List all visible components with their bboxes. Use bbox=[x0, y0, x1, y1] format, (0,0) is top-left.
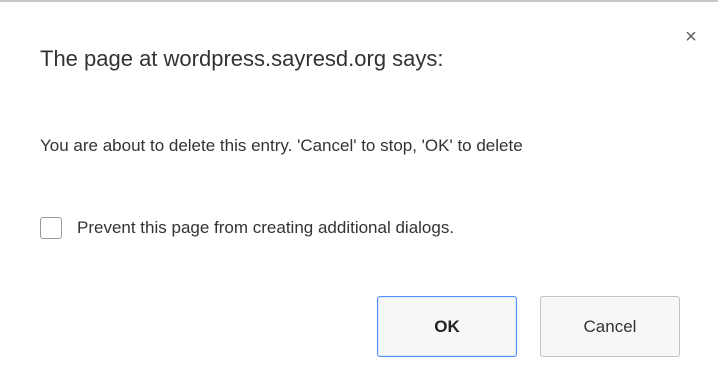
ok-button[interactable]: OK bbox=[377, 296, 517, 357]
dialog-title: The page at wordpress.sayresd.org says: bbox=[40, 46, 444, 71]
close-icon[interactable]: × bbox=[681, 27, 701, 47]
cancel-button[interactable]: Cancel bbox=[540, 296, 680, 357]
prevent-dialogs-checkbox[interactable] bbox=[40, 217, 62, 239]
prevent-dialogs-row[interactable]: Prevent this page from creating addition… bbox=[40, 213, 454, 243]
dialog-message: You are about to delete this entry. 'Can… bbox=[40, 136, 523, 155]
prevent-dialogs-label[interactable]: Prevent this page from creating addition… bbox=[77, 218, 454, 238]
alert-dialog: The page at wordpress.sayresd.org says: … bbox=[0, 0, 718, 389]
